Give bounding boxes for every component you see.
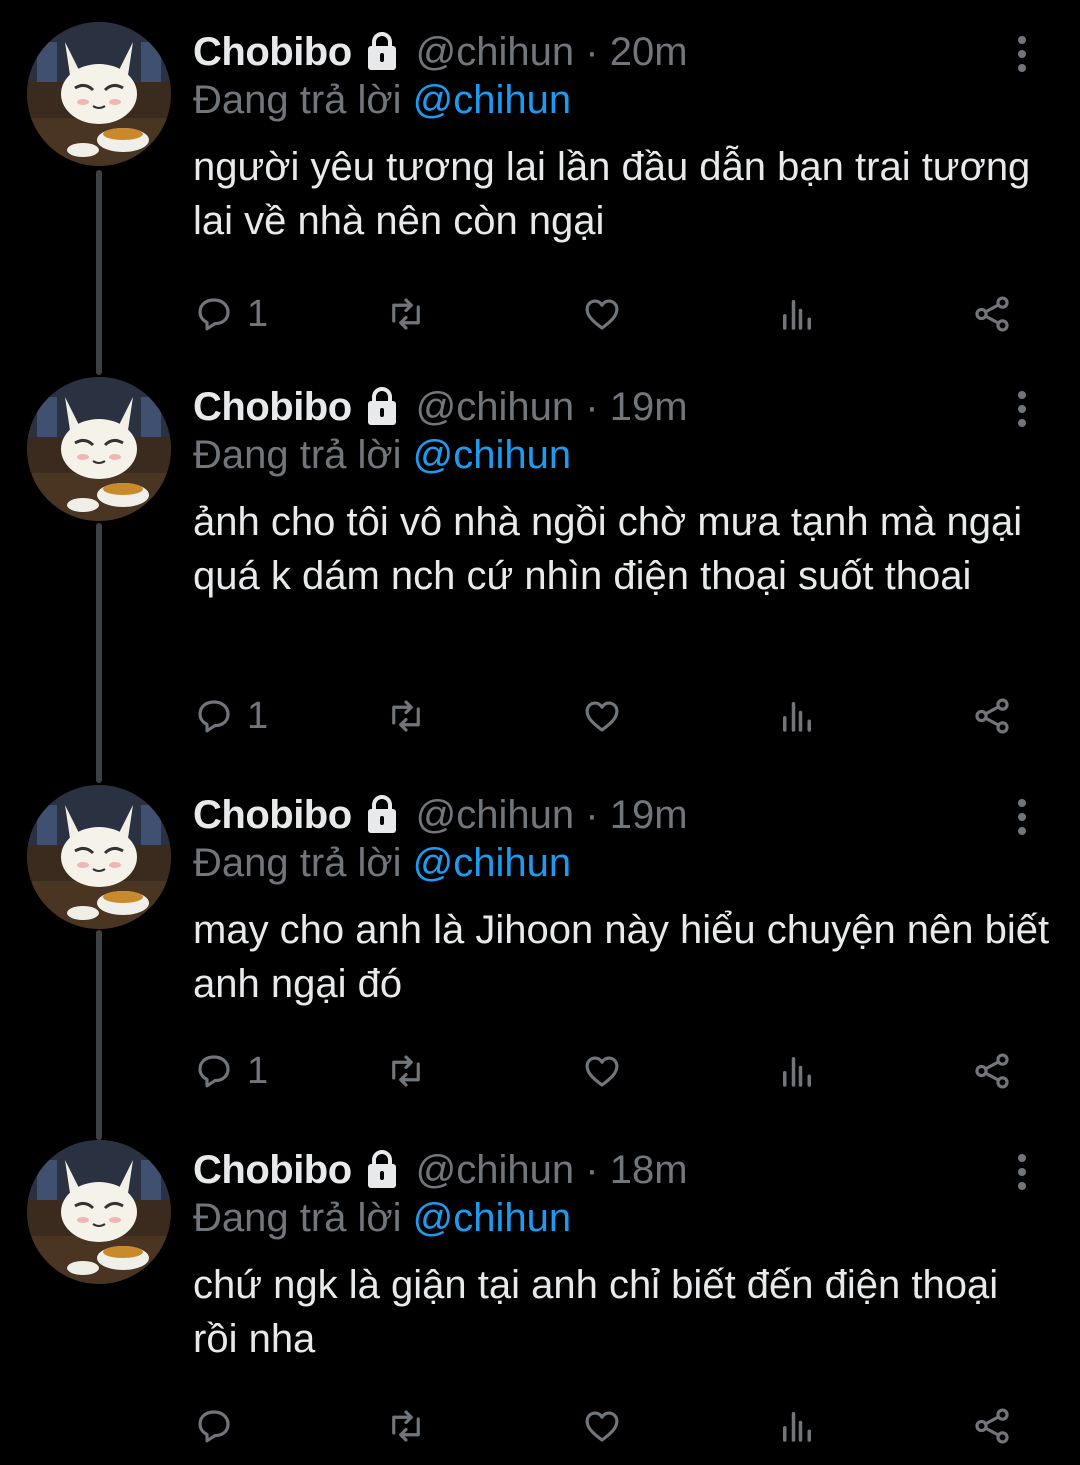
replying-to-label: Đang trả lời (193, 1196, 402, 1240)
views-icon (783, 1057, 811, 1087)
replying-to-label: Đang trả lời (193, 433, 402, 477)
thread-connector (96, 170, 102, 375)
display-name[interactable]: Chobibo (193, 385, 352, 430)
display-name[interactable]: Chobibo (193, 30, 352, 75)
mention-link[interactable]: @chihun (413, 433, 571, 477)
like-button[interactable] (581, 1043, 623, 1099)
replying-to: Đang trả lời @chihun (193, 841, 571, 886)
retweet-button[interactable] (385, 688, 427, 744)
tweet-text: ảnh cho tôi vô nhà ngồi chờ mưa tạnh mà … (193, 500, 1023, 598)
views-button[interactable] (776, 286, 818, 342)
lock-icon (367, 795, 396, 833)
like-icon (585, 1411, 619, 1442)
thread-connector (96, 523, 102, 783)
reply-button[interactable]: 1 (193, 688, 268, 744)
more-icon[interactable] (1006, 32, 1038, 76)
reply-button[interactable]: 1 (193, 1043, 268, 1099)
tweet-text: may cho anh là Jihoon này hiểu chuyện nê… (193, 908, 1050, 1006)
user-handle[interactable]: @chihun (416, 1148, 574, 1193)
mention-link[interactable]: @chihun (413, 841, 571, 885)
tweet-header: Chobibo @chihun · 20m (193, 22, 688, 82)
like-button[interactable] (581, 688, 623, 744)
user-handle[interactable]: @chihun (416, 30, 574, 75)
views-button[interactable] (776, 1043, 818, 1099)
lock-icon (367, 387, 396, 425)
retweet-icon (392, 1055, 420, 1087)
like-button[interactable] (581, 1398, 623, 1454)
lock-icon (367, 32, 396, 70)
avatar[interactable] (27, 1140, 171, 1284)
views-icon (783, 1412, 811, 1442)
display-name[interactable]: Chobibo (193, 1148, 352, 1193)
retweet-icon (392, 298, 420, 330)
retweet-button[interactable] (385, 1398, 427, 1454)
tweet-header: Chobibo @chihun · 18m (193, 1140, 688, 1200)
reply-icon (198, 700, 230, 733)
reply-icon (198, 1055, 230, 1088)
timestamp[interactable]: · 18m (574, 1148, 687, 1193)
share-button[interactable] (971, 1398, 1013, 1454)
replying-to: Đang trả lời @chihun (193, 78, 571, 123)
share-icon (975, 698, 1009, 734)
share-icon (975, 1408, 1009, 1444)
user-handle[interactable]: @chihun (416, 385, 574, 430)
reply-icon (198, 298, 230, 331)
tweet-text: chứ ngk là giận tại anh chỉ biết đến điệ… (193, 1263, 999, 1361)
reply-button[interactable] (193, 1398, 247, 1454)
tweet-actions: 1 (193, 286, 1023, 342)
thread-connector (96, 930, 102, 1140)
reply-count: 1 (247, 1049, 269, 1092)
more-icon[interactable] (1006, 1150, 1038, 1194)
like-button[interactable] (581, 286, 623, 342)
lock-icon (367, 1150, 396, 1188)
retweet-button[interactable] (385, 286, 427, 342)
views-button[interactable] (776, 688, 818, 744)
timestamp[interactable]: · 19m (574, 793, 687, 838)
share-button[interactable] (971, 688, 1013, 744)
reply-button[interactable]: 1 (193, 286, 268, 342)
views-icon (783, 300, 811, 330)
mention-link[interactable]: @chihun (413, 1196, 571, 1240)
views-button[interactable] (776, 1398, 818, 1454)
timestamp[interactable]: · 19m (574, 385, 687, 430)
replying-to: Đang trả lời @chihun (193, 433, 571, 478)
avatar[interactable] (27, 377, 171, 521)
reply-count: 1 (247, 292, 269, 335)
tweet-text: người yêu tương lai lần đầu dẫn bạn trai… (193, 145, 1031, 243)
display-name[interactable]: Chobibo (193, 793, 352, 838)
reply-icon (198, 1410, 230, 1443)
like-icon (585, 1056, 619, 1087)
tweet-header: Chobibo @chihun · 19m (193, 785, 688, 845)
like-icon (585, 701, 619, 732)
more-icon[interactable] (1006, 795, 1038, 839)
tweet-actions: 1 (193, 688, 1023, 744)
tweet-header: Chobibo @chihun · 19m (193, 377, 688, 437)
replying-to-label: Đang trả lời (193, 841, 402, 885)
retweet-icon (392, 1410, 420, 1442)
share-button[interactable] (971, 286, 1013, 342)
tweet-actions: 1 (193, 1043, 1023, 1099)
avatar[interactable] (27, 22, 171, 166)
retweet-button[interactable] (385, 1043, 427, 1099)
retweet-icon (392, 700, 420, 732)
reply-count: 1 (247, 694, 269, 737)
avatar[interactable] (27, 785, 171, 929)
more-icon[interactable] (1006, 387, 1038, 431)
tweet-actions (193, 1398, 1023, 1454)
replying-to-label: Đang trả lời (193, 78, 402, 122)
share-icon (975, 1053, 1009, 1089)
views-icon (783, 702, 811, 732)
user-handle[interactable]: @chihun (416, 793, 574, 838)
mention-link[interactable]: @chihun (413, 78, 571, 122)
timestamp[interactable]: · 20m (574, 30, 687, 75)
share-button[interactable] (971, 1043, 1013, 1099)
like-icon (585, 299, 619, 330)
share-icon (975, 296, 1009, 332)
replying-to: Đang trả lời @chihun (193, 1196, 571, 1241)
